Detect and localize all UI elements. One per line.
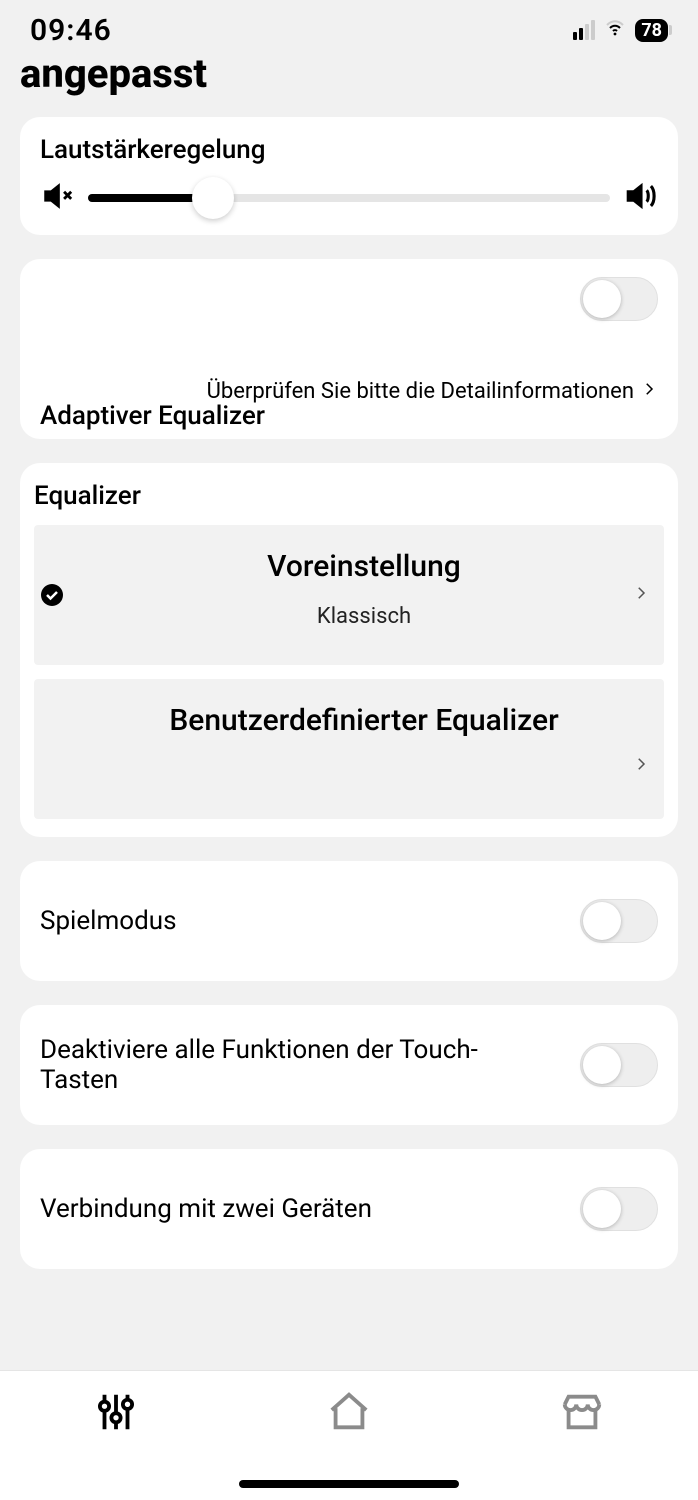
disable-touch-toggle[interactable] [580, 1043, 658, 1087]
status-time: 09:46 [30, 13, 112, 48]
home-indicator[interactable] [239, 1480, 459, 1488]
volume-slider[interactable] [88, 194, 610, 202]
volume-label: Lautstärkeregelung [40, 135, 658, 165]
volume-slider-thumb[interactable] [192, 177, 234, 219]
tab-store[interactable] [559, 1389, 605, 1439]
adaptive-eq-detail-label: Überprüfen Sie bitte die Detailinformati… [207, 379, 634, 404]
status-bar: 09:46 78 [0, 0, 698, 50]
chevron-right-icon [632, 755, 650, 777]
equalizer-custom-title: Benutzerdefinierter Equalizer [84, 703, 644, 738]
equalizer-preset-title: Voreinstellung [84, 549, 644, 584]
tab-home[interactable] [326, 1389, 372, 1439]
dual-device-toggle[interactable] [580, 1187, 658, 1231]
wifi-icon [603, 16, 627, 44]
equalizer-preset-value: Klassisch [84, 604, 644, 629]
disable-touch-card: Deaktiviere alle Funktionen der Touch-Ta… [20, 1005, 678, 1125]
volume-max-icon[interactable] [624, 179, 658, 217]
page-title: angepasst [0, 50, 698, 107]
equalizer-custom-option[interactable]: Benutzerdefinierter Equalizer [34, 679, 664, 819]
equalizer-preset-option[interactable]: Voreinstellung Klassisch [34, 525, 664, 665]
disable-touch-label: Deaktiviere alle Funktionen der Touch-Ta… [40, 1035, 520, 1095]
dual-device-card: Verbindung mit zwei Geräten [20, 1149, 678, 1269]
equalizer-section-label: Equalizer [34, 481, 664, 511]
battery-indicator: 78 [635, 19, 668, 42]
dual-device-label: Verbindung mit zwei Geräten [40, 1194, 372, 1224]
volume-mute-icon[interactable] [40, 179, 74, 217]
tab-bar [0, 1370, 698, 1500]
tab-equalizer[interactable] [93, 1389, 139, 1439]
game-mode-card: Spielmodus [20, 861, 678, 981]
status-indicators: 78 [573, 16, 668, 44]
cellular-icon [573, 20, 595, 40]
game-mode-label: Spielmodus [40, 906, 177, 936]
volume-card: Lautstärkeregelung [20, 117, 678, 235]
game-mode-toggle[interactable] [580, 899, 658, 943]
equalizer-card: Equalizer Voreinstellung Klassisch Benut… [20, 463, 678, 837]
adaptive-eq-card: Überprüfen Sie bitte die Detailinformati… [20, 259, 678, 439]
chevron-right-icon [632, 584, 650, 606]
adaptive-eq-detail-link[interactable]: Überprüfen Sie bitte die Detailinformati… [207, 379, 658, 404]
adaptive-eq-title: Adaptiver Equalizer [40, 401, 265, 431]
adaptive-eq-toggle[interactable] [580, 277, 658, 321]
chevron-right-icon [640, 379, 658, 404]
check-circle-icon [40, 583, 64, 607]
